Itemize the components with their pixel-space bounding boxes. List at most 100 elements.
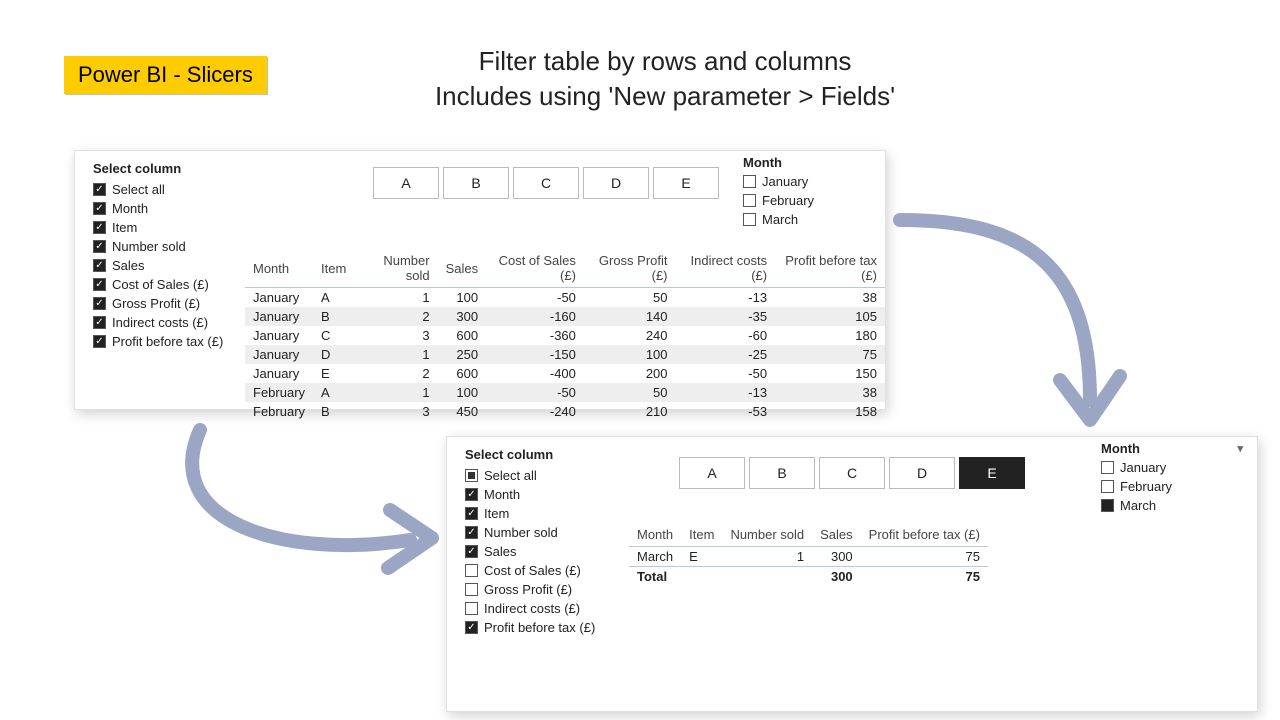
title-block: Filter table by rows and columns Include… (345, 44, 985, 114)
month-option-february[interactable]: February (1101, 477, 1243, 496)
arrow-right-icon (880, 200, 1140, 460)
checkbox-icon: ✓ (465, 545, 478, 558)
column-slicer-b: Select column Select all✓Month✓Item✓Numb… (465, 447, 595, 637)
column-option-select-all[interactable]: ✓Select all (93, 180, 223, 199)
month-slicer-header: Month (743, 155, 814, 170)
checkbox-icon: ✓ (465, 507, 478, 520)
checkbox-icon (743, 175, 756, 188)
col-header: Sales (438, 249, 487, 288)
column-option-indirect-costs-[interactable]: Indirect costs (£) (465, 599, 595, 618)
table-row: FebruaryA1100-5050-1338 (245, 383, 885, 402)
checkbox-icon (1101, 461, 1114, 474)
column-option-cost-of-sales-[interactable]: ✓Cost of Sales (£) (93, 275, 223, 294)
column-option-month[interactable]: ✓Month (93, 199, 223, 218)
month-slicer-header: Month ▾ (1101, 441, 1243, 456)
item-slicer-b: ABCDE (679, 457, 1025, 489)
month-slicer-a: Month JanuaryFebruaryMarch (743, 155, 814, 229)
title-badge: Power BI - Slicers (64, 56, 267, 94)
item-slicer-a: ABCDE (373, 167, 719, 199)
item-button-c[interactable]: C (513, 167, 579, 199)
title-line-1: Filter table by rows and columns (345, 44, 985, 79)
col-header: Number sold (722, 523, 812, 547)
month-option-march[interactable]: March (743, 210, 814, 229)
checkbox-icon (465, 602, 478, 615)
checkbox-icon: ✓ (93, 278, 106, 291)
checkbox-icon (1101, 480, 1114, 493)
panel-before: Select column ✓Select all✓Month✓Item✓Num… (74, 150, 886, 410)
col-header: Cost of Sales (£) (486, 249, 584, 288)
month-option-january[interactable]: January (1101, 458, 1243, 477)
item-button-b[interactable]: B (443, 167, 509, 199)
column-slicer-header: Select column (465, 447, 595, 462)
checkbox-icon: ✓ (93, 259, 106, 272)
column-option-gross-profit-[interactable]: ✓Gross Profit (£) (93, 294, 223, 313)
month-slicer-b: Month ▾ JanuaryFebruaryMarch (1101, 441, 1243, 515)
column-option-month[interactable]: ✓Month (465, 485, 595, 504)
col-header: Month (245, 249, 313, 288)
column-option-indirect-costs-[interactable]: ✓Indirect costs (£) (93, 313, 223, 332)
column-option-profit-before-tax-[interactable]: ✓Profit before tax (£) (465, 618, 595, 637)
item-button-b[interactable]: B (749, 457, 815, 489)
column-option-item[interactable]: ✓Item (93, 218, 223, 237)
checkbox-icon (465, 583, 478, 596)
item-button-d[interactable]: D (583, 167, 649, 199)
checkbox-icon (1101, 499, 1114, 512)
column-option-number-sold[interactable]: ✓Number sold (465, 523, 595, 542)
table-row: JanuaryB2300-160140-35105 (245, 307, 885, 326)
table-row: JanuaryC3600-360240-60180 (245, 326, 885, 345)
col-header: Profit before tax (£) (775, 249, 885, 288)
arrow-right-icon (140, 410, 460, 590)
col-header: Gross Profit (£) (584, 249, 676, 288)
checkbox-icon: ✓ (93, 316, 106, 329)
item-button-e[interactable]: E (653, 167, 719, 199)
checkbox-icon: ✓ (93, 240, 106, 253)
col-header: Number sold (354, 249, 437, 288)
panel-after: Select column Select all✓Month✓Item✓Numb… (446, 436, 1258, 712)
table-row: JanuaryD1250-150100-2575 (245, 345, 885, 364)
month-option-january[interactable]: January (743, 172, 814, 191)
column-option-sales[interactable]: ✓Sales (93, 256, 223, 275)
column-option-sales[interactable]: ✓Sales (465, 542, 595, 561)
col-header: Item (313, 249, 354, 288)
checkbox-icon: ✓ (93, 335, 106, 348)
checkbox-icon: ✓ (93, 221, 106, 234)
table-row: MarchE130075 (629, 547, 988, 567)
column-option-profit-before-tax-[interactable]: ✓Profit before tax (£) (93, 332, 223, 351)
data-table-a: MonthItemNumber soldSalesCost of Sales (… (245, 249, 885, 421)
checkbox-icon: ✓ (465, 526, 478, 539)
checkbox-icon (465, 469, 478, 482)
table-row: JanuaryE2600-400200-50150 (245, 364, 885, 383)
column-option-item[interactable]: ✓Item (465, 504, 595, 523)
checkbox-icon: ✓ (93, 202, 106, 215)
column-slicer-header: Select column (93, 161, 223, 176)
col-header: Sales (812, 523, 861, 547)
item-button-d[interactable]: D (889, 457, 955, 489)
checkbox-icon: ✓ (93, 297, 106, 310)
col-header: Indirect costs (£) (676, 249, 776, 288)
column-slicer-a: Select column ✓Select all✓Month✓Item✓Num… (93, 161, 223, 351)
table-row: JanuaryA1100-5050-1338 (245, 288, 885, 308)
checkbox-icon (743, 194, 756, 207)
chevron-down-icon[interactable]: ▾ (1237, 442, 1243, 455)
checkbox-icon (465, 564, 478, 577)
data-table-b: MonthItemNumber soldSalesProfit before t… (629, 523, 988, 586)
item-button-c[interactable]: C (819, 457, 885, 489)
item-button-e[interactable]: E (959, 457, 1025, 489)
checkbox-icon (743, 213, 756, 226)
item-button-a[interactable]: A (373, 167, 439, 199)
table-total-row: Total30075 (629, 567, 988, 587)
title-line-2: Includes using 'New parameter > Fields' (345, 79, 985, 114)
item-button-a[interactable]: A (679, 457, 745, 489)
checkbox-icon: ✓ (93, 183, 106, 196)
column-option-cost-of-sales-[interactable]: Cost of Sales (£) (465, 561, 595, 580)
month-option-march[interactable]: March (1101, 496, 1243, 515)
col-header: Month (629, 523, 681, 547)
month-option-february[interactable]: February (743, 191, 814, 210)
column-option-number-sold[interactable]: ✓Number sold (93, 237, 223, 256)
checkbox-icon: ✓ (465, 621, 478, 634)
column-option-select-all[interactable]: Select all (465, 466, 595, 485)
table-row: FebruaryB3450-240210-53158 (245, 402, 885, 421)
checkbox-icon: ✓ (465, 488, 478, 501)
column-option-gross-profit-[interactable]: Gross Profit (£) (465, 580, 595, 599)
col-header: Item (681, 523, 722, 547)
